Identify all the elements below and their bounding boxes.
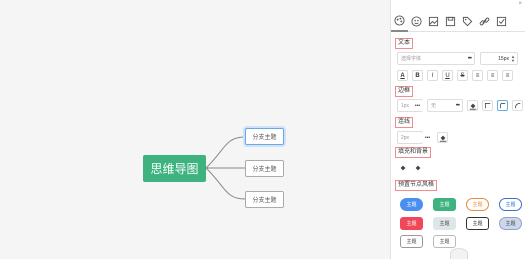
line-width-value: 2px <box>401 134 410 141</box>
tab-check[interactable] <box>493 10 510 32</box>
paint-bucket-icon <box>400 165 405 170</box>
tab-image[interactable] <box>425 10 442 32</box>
tab-tag[interactable] <box>459 10 476 32</box>
italic-button[interactable]: I <box>427 70 438 81</box>
link-icon <box>479 17 490 25</box>
align-right-button[interactable]: ≡ <box>502 70 513 81</box>
save-icon <box>445 16 456 26</box>
preset-style-7[interactable]: 主题 <box>466 217 489 230</box>
branch-topic-node-1[interactable]: 分支主题 <box>245 128 284 145</box>
border-style-select[interactable]: 无 ••• <box>427 99 463 112</box>
corner-round-icon <box>500 103 506 109</box>
tab-link[interactable] <box>476 10 493 32</box>
connector-lines <box>205 136 246 200</box>
palette-icon <box>394 14 405 26</box>
line-more-icon[interactable]: ••• <box>422 132 433 143</box>
align-center-button[interactable]: ≡ <box>487 70 498 81</box>
preset-style-4[interactable]: 主题 <box>499 198 522 211</box>
tab-style[interactable] <box>391 10 408 32</box>
font-family-placeholder: 选择字体 <box>401 56 422 62</box>
preset-style-10[interactable]: 主题 <box>433 235 456 248</box>
stepper-arrows-icon[interactable]: ▲ ▼ <box>511 54 515 63</box>
mindmap-canvas[interactable]: 思维导图 分支主题 分支主题 分支主题 <box>0 0 390 259</box>
scroll-indicator[interactable] <box>450 248 468 259</box>
preset-style-3[interactable]: 主题 <box>466 198 489 211</box>
preset-style-9[interactable]: 主题 <box>400 235 423 248</box>
line-width-select[interactable]: 2px <box>397 131 423 144</box>
border-color-button[interactable] <box>467 100 478 111</box>
more-icon: ••• <box>467 55 472 62</box>
strikethrough-button[interactable]: S <box>457 70 468 81</box>
image-icon <box>428 16 439 26</box>
font-size-stepper[interactable]: 15px ▲ ▼ <box>480 52 518 65</box>
align-left-button[interactable]: ≡ <box>472 70 483 81</box>
panel-tabbar <box>391 10 525 32</box>
section-title-text: 文本 <box>395 38 414 49</box>
preset-style-6[interactable]: 主题 <box>433 217 456 230</box>
fill-color-button[interactable] <box>397 162 408 173</box>
corner-full-round-icon <box>515 103 521 109</box>
more-icon: ••• <box>455 102 460 109</box>
bold-button[interactable]: B <box>412 70 423 81</box>
underline-button[interactable]: U <box>442 70 453 81</box>
font-size-value: 15px <box>498 55 509 62</box>
preset-style-8[interactable]: 主题 <box>499 217 522 230</box>
corner-full-round-button[interactable] <box>512 100 523 111</box>
section-title-preset: 预置节点风格 <box>395 180 438 191</box>
corner-square-button[interactable] <box>482 100 493 111</box>
corner-round-button[interactable] <box>497 100 508 111</box>
branch-topic-node-2[interactable]: 分支主题 <box>245 160 284 177</box>
check-icon <box>496 16 507 26</box>
branch-topic-node-3[interactable]: 分支主题 <box>245 191 284 208</box>
font-color-button[interactable]: A <box>397 70 408 81</box>
preset-style-1[interactable]: 主题 <box>400 198 423 211</box>
corner-square-icon <box>485 103 491 109</box>
section-title-fill: 填充和背景 <box>395 147 432 158</box>
connector-1 <box>205 136 246 169</box>
paint-bucket-icon <box>469 103 476 110</box>
paint-bucket-icon <box>415 165 420 170</box>
background-color-button[interactable] <box>412 162 423 173</box>
paint-bucket-icon <box>439 135 446 142</box>
preset-style-2[interactable]: 主题 <box>433 198 456 211</box>
font-family-select[interactable]: 选择字体 ••• <box>397 52 475 65</box>
preset-style-5[interactable]: 主题 <box>400 217 423 230</box>
section-title-line: 连线 <box>395 117 414 128</box>
connector-3 <box>205 167 246 200</box>
line-color-button[interactable] <box>437 132 448 143</box>
border-style-value: 无 <box>431 103 437 109</box>
tab-save[interactable] <box>442 10 459 32</box>
tab-emoji[interactable] <box>408 10 425 32</box>
panel-close-button[interactable]: × <box>518 1 522 7</box>
border-width-value: 1px <box>401 102 410 109</box>
tag-icon <box>462 16 473 26</box>
section-title-border: 边框 <box>395 86 414 97</box>
emoji-icon <box>411 15 422 27</box>
root-topic-node[interactable]: 思维导图 <box>143 155 206 182</box>
border-more-icon[interactable]: ••• <box>412 100 423 111</box>
